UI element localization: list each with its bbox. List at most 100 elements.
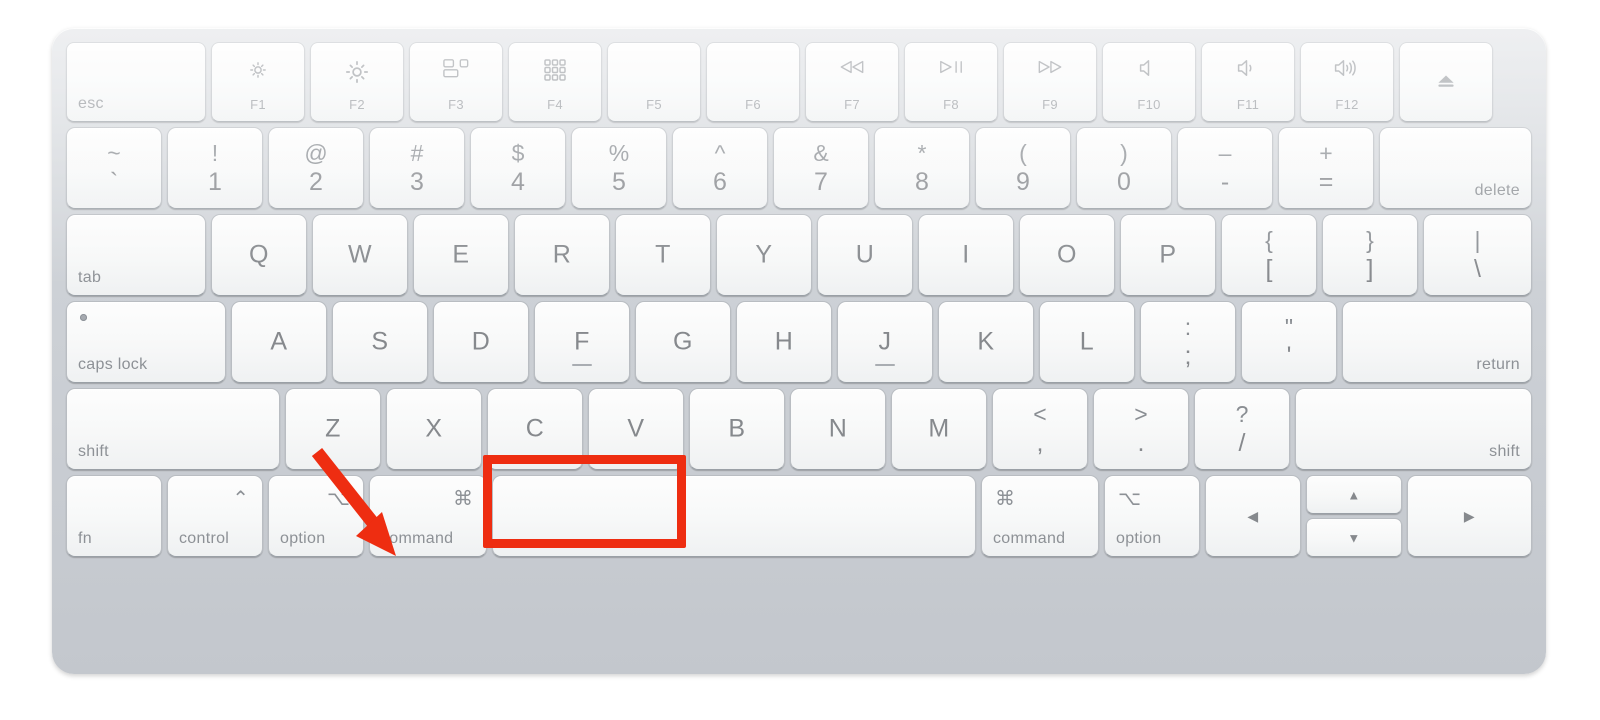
key-y[interactable]: Y <box>716 214 812 296</box>
key-f10[interactable]: F10 <box>1102 42 1196 122</box>
key-d[interactable]: D <box>433 301 529 383</box>
key-b[interactable]: B <box>689 388 785 470</box>
key-i[interactable]: I <box>918 214 1014 296</box>
key-6[interactable]: ^ 6 <box>672 127 768 209</box>
key-m[interactable]: M <box>891 388 987 470</box>
key-r[interactable]: R <box>514 214 610 296</box>
key-equals[interactable]: + = <box>1278 127 1374 209</box>
key-l[interactable]: L <box>1039 301 1135 383</box>
key-comma[interactable]: < , <box>992 388 1088 470</box>
key-return[interactable]: return <box>1342 301 1532 383</box>
key-right-command-label: command <box>993 530 1066 547</box>
key-e[interactable]: E <box>413 214 509 296</box>
key-f4[interactable]: F4 <box>508 42 602 122</box>
key-w[interactable]: W <box>312 214 408 296</box>
key-f11[interactable]: F11 <box>1201 42 1295 122</box>
key-5[interactable]: % 5 <box>571 127 667 209</box>
key-caps-lock[interactable]: caps lock <box>66 301 226 383</box>
key-period[interactable]: > . <box>1093 388 1189 470</box>
key-8[interactable]: * 8 <box>874 127 970 209</box>
key-o[interactable]: O <box>1019 214 1115 296</box>
key-j[interactable]: J <box>837 301 933 383</box>
key-x[interactable]: X <box>386 388 482 470</box>
key-f5[interactable]: F5 <box>607 42 701 122</box>
key-fn[interactable]: fn <box>66 475 162 557</box>
key-3[interactable]: # 3 <box>369 127 465 209</box>
key-left-arrow[interactable]: ◀ <box>1205 475 1301 557</box>
key-left-command[interactable]: ⌘ command <box>369 475 487 557</box>
key-f12[interactable]: F12 <box>1300 42 1394 122</box>
key-right-option[interactable]: ⌥ option <box>1104 475 1200 557</box>
key-up-arrow[interactable]: ▲ <box>1306 475 1402 514</box>
key-z[interactable]: Z <box>285 388 381 470</box>
key-left-shift[interactable]: shift <box>66 388 280 470</box>
key-f7-label: F7 <box>844 97 860 112</box>
key-right-command[interactable]: ⌘ command <box>981 475 1099 557</box>
key-power-touchid[interactable] <box>1399 42 1493 122</box>
key-u[interactable]: U <box>817 214 913 296</box>
key-1[interactable]: ! 1 <box>167 127 263 209</box>
key-backslash[interactable]: | \ <box>1423 214 1532 296</box>
key-7[interactable]: & 7 <box>773 127 869 209</box>
key-k[interactable]: K <box>938 301 1034 383</box>
key-a[interactable]: A <box>231 301 327 383</box>
key-4[interactable]: $ 4 <box>470 127 566 209</box>
key-right-shift[interactable]: shift <box>1295 388 1532 470</box>
key-space[interactable] <box>492 475 976 557</box>
key-f2[interactable]: F2 <box>310 42 404 122</box>
option-symbol-icon: ⌥ <box>1118 488 1142 510</box>
key-right-arrow[interactable]: ▶ <box>1407 475 1532 557</box>
key-c[interactable]: C <box>487 388 583 470</box>
key-f9[interactable]: F9 <box>1003 42 1097 122</box>
key-g[interactable]: G <box>635 301 731 383</box>
key-left-bracket[interactable]: { [ <box>1221 214 1317 296</box>
key-x-label: X <box>425 414 443 443</box>
key-quote[interactable]: " ' <box>1241 301 1337 383</box>
key-control[interactable]: ⌃ control <box>167 475 263 557</box>
key-esc[interactable]: esc <box>66 42 206 122</box>
key-f8[interactable]: F8 <box>904 42 998 122</box>
key-2[interactable]: @ 2 <box>268 127 364 209</box>
rewind-icon <box>806 59 898 79</box>
key-left-option[interactable]: ⌥ option <box>268 475 364 557</box>
volume-up-icon <box>1301 59 1393 81</box>
key-s[interactable]: S <box>332 301 428 383</box>
key-delete[interactable]: delete <box>1379 127 1532 209</box>
key-9[interactable]: ( 9 <box>975 127 1071 209</box>
key-v[interactable]: V <box>588 388 684 470</box>
key-5-label: 5 <box>612 168 626 196</box>
key-0-shift-label: ) <box>1120 140 1128 166</box>
key-8-shift-label: * <box>917 140 927 166</box>
key-semicolon[interactable]: : ; <box>1140 301 1236 383</box>
key-left-bracket-label: [ <box>1265 255 1273 283</box>
key-h[interactable]: H <box>736 301 832 383</box>
key-f1[interactable]: F1 <box>211 42 305 122</box>
key-down-arrow[interactable]: ▼ <box>1306 518 1402 557</box>
key-f[interactable]: F <box>534 301 630 383</box>
key-f7[interactable]: F7 <box>805 42 899 122</box>
key-4-shift-label: $ <box>511 140 525 166</box>
key-minus[interactable]: – - <box>1177 127 1273 209</box>
key-f1-label: F1 <box>250 97 266 112</box>
key-p[interactable]: P <box>1120 214 1216 296</box>
key-l-label: L <box>1079 327 1095 356</box>
key-q[interactable]: Q <box>211 214 307 296</box>
key-backtick[interactable]: ~ ` <box>66 127 162 209</box>
key-y-label: Y <box>755 240 773 269</box>
volume-mute-icon <box>1103 59 1195 81</box>
key-right-option-label: option <box>1116 530 1162 547</box>
key-a-label: A <box>270 327 288 356</box>
fast-forward-icon <box>1004 59 1096 79</box>
key-right-bracket[interactable]: } ] <box>1322 214 1418 296</box>
key-slash-label: / <box>1238 429 1246 457</box>
key-delete-label: delete <box>1474 182 1520 199</box>
key-tab[interactable]: tab <box>66 214 206 296</box>
key-quote-shift-label: " <box>1284 314 1294 340</box>
key-f6[interactable]: F6 <box>706 42 800 122</box>
key-n[interactable]: N <box>790 388 886 470</box>
key-t[interactable]: T <box>615 214 711 296</box>
key-slash[interactable]: ? / <box>1194 388 1290 470</box>
key-0[interactable]: ) 0 <box>1076 127 1172 209</box>
key-left-option-label: option <box>280 530 326 547</box>
key-f3[interactable]: F3 <box>409 42 503 122</box>
